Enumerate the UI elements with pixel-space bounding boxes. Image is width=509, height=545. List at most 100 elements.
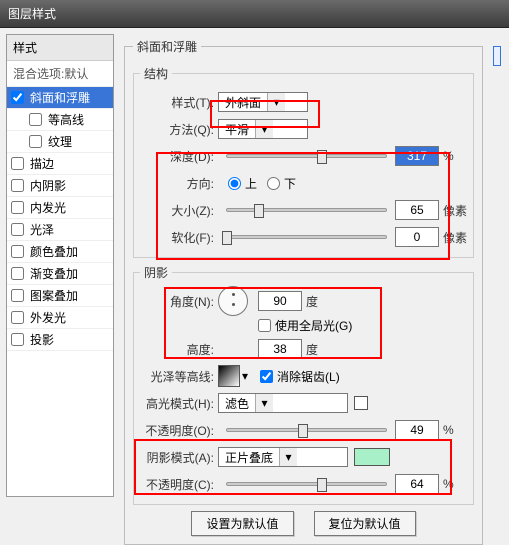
sidebar-header: 样式 bbox=[7, 35, 113, 61]
angle-label: 角度(N): bbox=[140, 293, 218, 310]
direction-up-radio[interactable] bbox=[228, 177, 241, 190]
depth-unit: % bbox=[439, 149, 467, 163]
sidebar-label-8: 渐变叠加 bbox=[30, 265, 78, 282]
sidebar-checkbox-8[interactable] bbox=[11, 267, 24, 280]
bevel-group: 斜面和浮雕 结构 样式(T): 外斜面 ▾ 方法(Q): 平滑 ▾ bbox=[124, 38, 483, 545]
structure-title: 结构 bbox=[140, 65, 172, 82]
depth-slider[interactable] bbox=[226, 154, 387, 158]
structure-group: 结构 样式(T): 外斜面 ▾ 方法(Q): 平滑 ▾ bbox=[133, 65, 474, 258]
angle-input[interactable]: 90 bbox=[258, 291, 302, 311]
sidebar-item-6[interactable]: 光泽 bbox=[7, 219, 113, 241]
angle-dial[interactable] bbox=[218, 286, 248, 316]
sidebar-label-5: 内发光 bbox=[30, 199, 66, 216]
sidebar-checkbox-1[interactable] bbox=[29, 113, 42, 126]
shadow-group: 阴影 角度(N): 90 度 使用全局光(G) 高度: bbox=[133, 264, 474, 505]
depth-label: 深度(D): bbox=[140, 148, 218, 165]
sidebar-label-7: 颜色叠加 bbox=[30, 243, 78, 260]
method-dropdown[interactable]: 平滑 ▾ bbox=[218, 119, 308, 139]
shadow-color-swatch[interactable] bbox=[354, 448, 390, 466]
sidebar-item-1[interactable]: 等高线 bbox=[7, 109, 113, 131]
sidebar-label-10: 外发光 bbox=[30, 309, 66, 326]
highlight-opacity-unit: % bbox=[439, 423, 467, 437]
altitude-unit: 度 bbox=[302, 341, 330, 358]
sidebar-label-0: 斜面和浮雕 bbox=[30, 89, 90, 106]
sidebar-item-0[interactable]: 斜面和浮雕 bbox=[7, 87, 113, 109]
shadow-title: 阴影 bbox=[140, 264, 172, 281]
sidebar-checkbox-10[interactable] bbox=[11, 311, 24, 324]
sidebar-checkbox-3[interactable] bbox=[11, 157, 24, 170]
highlight-opacity-slider[interactable] bbox=[226, 428, 387, 432]
altitude-label: 高度: bbox=[140, 341, 218, 358]
highlight-opacity-input[interactable]: 49 bbox=[395, 420, 439, 440]
shadow-opacity-slider[interactable] bbox=[226, 482, 387, 486]
set-default-button[interactable]: 设置为默认值 bbox=[191, 511, 293, 536]
reset-default-button[interactable]: 复位为默认值 bbox=[314, 511, 416, 536]
sidebar-checkbox-0[interactable] bbox=[11, 91, 24, 104]
size-unit: 像素 bbox=[439, 202, 467, 219]
blend-options-row[interactable]: 混合选项:默认 bbox=[7, 61, 113, 87]
chevron-down-icon: ▾ bbox=[279, 448, 297, 466]
sidebar-item-2[interactable]: 纹理 bbox=[7, 131, 113, 153]
antialias-checkbox[interactable] bbox=[260, 370, 273, 383]
direction-down-label: 下 bbox=[284, 175, 296, 192]
sidebar-item-3[interactable]: 描边 bbox=[7, 153, 113, 175]
soften-label: 软化(F): bbox=[140, 229, 218, 246]
depth-input[interactable]: 317 bbox=[395, 146, 439, 166]
chevron-down-icon: ▾ bbox=[255, 394, 273, 412]
sidebar-item-11[interactable]: 投影 bbox=[7, 329, 113, 351]
altitude-input[interactable]: 38 bbox=[258, 339, 302, 359]
highlight-color-swatch[interactable] bbox=[354, 396, 368, 410]
sidebar-label-11: 投影 bbox=[30, 331, 54, 348]
style-value: 外斜面 bbox=[219, 94, 267, 111]
gloss-label: 光泽等高线: bbox=[140, 368, 218, 385]
size-input[interactable]: 65 bbox=[395, 200, 439, 220]
angle-unit: 度 bbox=[302, 293, 330, 310]
sidebar-item-9[interactable]: 图案叠加 bbox=[7, 285, 113, 307]
sidebar-checkbox-7[interactable] bbox=[11, 245, 24, 258]
sidebar-item-10[interactable]: 外发光 bbox=[7, 307, 113, 329]
gloss-contour-swatch[interactable] bbox=[218, 365, 240, 387]
sidebar-checkbox-4[interactable] bbox=[11, 179, 24, 192]
antialias-label: 消除锯齿(L) bbox=[277, 368, 340, 385]
size-label: 大小(Z): bbox=[140, 202, 218, 219]
direction-down-radio[interactable] bbox=[267, 177, 280, 190]
sidebar-checkbox-5[interactable] bbox=[11, 201, 24, 214]
sidebar-item-5[interactable]: 内发光 bbox=[7, 197, 113, 219]
shadow-opacity-input[interactable]: 64 bbox=[395, 474, 439, 494]
right-button[interactable] bbox=[493, 46, 501, 66]
direction-up-label: 上 bbox=[245, 175, 257, 192]
method-label: 方法(Q): bbox=[140, 121, 218, 138]
soften-input[interactable]: 0 bbox=[395, 227, 439, 247]
style-dropdown[interactable]: 外斜面 ▾ bbox=[218, 92, 308, 112]
chevron-down-icon: ▾ bbox=[267, 93, 285, 111]
sidebar-checkbox-9[interactable] bbox=[11, 289, 24, 302]
highlight-mode-dropdown[interactable]: 滤色 ▾ bbox=[218, 393, 348, 413]
sidebar-label-3: 描边 bbox=[30, 155, 54, 172]
chevron-down-icon[interactable]: ▾ bbox=[240, 369, 250, 383]
sidebar-label-4: 内阴影 bbox=[30, 177, 66, 194]
sidebar-label-6: 光泽 bbox=[30, 221, 54, 238]
chevron-down-icon: ▾ bbox=[255, 120, 273, 138]
dialog-content: 样式 混合选项:默认 斜面和浮雕等高线纹理描边内阴影内发光光泽颜色叠加渐变叠加图… bbox=[0, 28, 509, 503]
sidebar-checkbox-11[interactable] bbox=[11, 333, 24, 346]
right-strip bbox=[493, 34, 503, 497]
sidebar-item-7[interactable]: 颜色叠加 bbox=[7, 241, 113, 263]
style-label: 样式(T): bbox=[140, 94, 218, 111]
soften-unit: 像素 bbox=[439, 229, 467, 246]
soften-slider[interactable] bbox=[226, 235, 387, 239]
sidebar-item-4[interactable]: 内阴影 bbox=[7, 175, 113, 197]
global-light-checkbox[interactable] bbox=[258, 319, 271, 332]
shadow-mode-dropdown[interactable]: 正片叠底 ▾ bbox=[218, 447, 348, 467]
shadow-opacity-label: 不透明度(C): bbox=[140, 476, 218, 493]
window-title: 图层样式 bbox=[8, 5, 56, 22]
shadow-opacity-unit: % bbox=[439, 477, 467, 491]
sidebar-label-9: 图案叠加 bbox=[30, 287, 78, 304]
sidebar: 样式 混合选项:默认 斜面和浮雕等高线纹理描边内阴影内发光光泽颜色叠加渐变叠加图… bbox=[6, 34, 114, 497]
highlight-mode-value: 滤色 bbox=[219, 395, 255, 412]
sidebar-checkbox-2[interactable] bbox=[29, 135, 42, 148]
size-slider[interactable] bbox=[226, 208, 387, 212]
sidebar-item-8[interactable]: 渐变叠加 bbox=[7, 263, 113, 285]
style-list: 斜面和浮雕等高线纹理描边内阴影内发光光泽颜色叠加渐变叠加图案叠加外发光投影 bbox=[7, 87, 113, 351]
sidebar-checkbox-6[interactable] bbox=[11, 223, 24, 236]
method-value: 平滑 bbox=[219, 121, 255, 138]
